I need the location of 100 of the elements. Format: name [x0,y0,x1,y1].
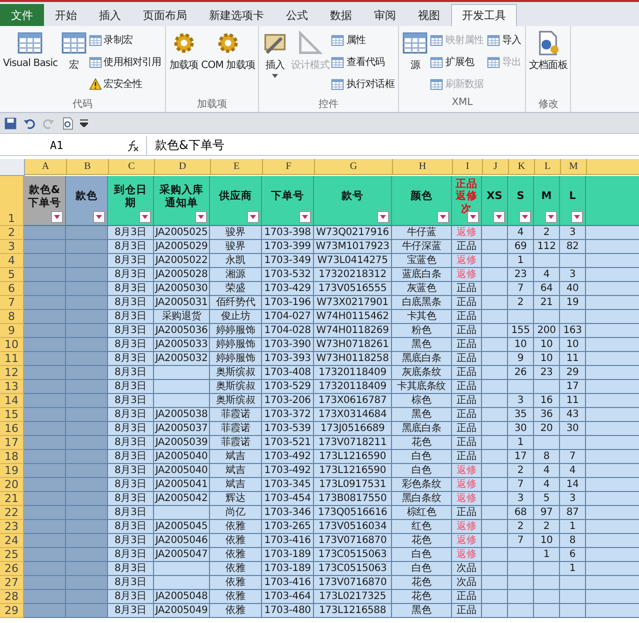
print-preview-icon[interactable] [61,116,74,130]
table-cell: 11 [560,352,586,366]
ribbon-button[interactable]: 查看代码 [331,52,396,72]
row-number[interactable]: 27 [0,576,24,590]
row-number[interactable]: 16 [0,422,24,436]
ribbon-button[interactable]: 使用相对引用 [88,52,164,72]
ribbon-button[interactable]: 执行对话框 [331,74,396,94]
ribbon-button[interactable]: 属性 [331,30,396,50]
row-number[interactable]: 3 [0,240,24,254]
ribbon-tab[interactable]: 公式 [275,4,319,26]
ribbon-button[interactable]: 宏安全性 [88,74,164,94]
ribbon-button[interactable]: COM 加载项 [200,28,256,97]
ribbon-tab[interactable]: 数据 [319,4,363,26]
row-number[interactable]: 19 [0,464,24,478]
ribbon-tab[interactable]: 开始 [44,4,88,26]
filter-dropdown-button[interactable] [493,211,505,223]
row-number[interactable]: 11 [0,352,24,366]
row-number[interactable]: 6 [0,282,24,296]
row-number[interactable]: 1 [0,176,24,226]
column-header[interactable]: L [535,159,561,175]
ribbon-tab[interactable]: 文件 [0,4,44,26]
column-header[interactable]: A [25,159,67,175]
table-cell: 宝蓝色 [392,254,452,268]
ribbon-button[interactable]: 宏 [60,28,88,97]
filter-dropdown-button[interactable] [247,211,259,223]
group-label: XML [450,97,474,110]
ribbon-button[interactable]: 源 [401,28,430,97]
row-number[interactable]: 14 [0,394,24,408]
ribbon-tab[interactable]: 视图 [407,4,451,26]
filter-dropdown-button[interactable] [195,211,207,223]
filter-dropdown-button[interactable] [571,211,583,223]
row-number[interactable]: 15 [0,408,24,422]
column-header[interactable]: H [393,159,453,175]
ribbon-button[interactable]: 加载项 [168,28,200,97]
row-number[interactable]: 18 [0,450,24,464]
row-number[interactable]: 2 [0,226,24,240]
table-cell: 1703-532 [262,268,314,282]
ribbon-button[interactable]: 录制宏 [88,30,164,50]
ribbon-button[interactable]: 导入 [486,30,524,50]
customize-caret-icon[interactable] [80,119,88,127]
row-number[interactable]: 8 [0,310,24,324]
table-cell: 1703-372 [262,408,314,422]
row-number[interactable]: 7 [0,296,24,310]
row-number[interactable]: 5 [0,268,24,282]
undo-icon[interactable] [23,116,36,130]
table-cell [482,562,508,576]
ribbon-tab[interactable]: 新建选项卡 [198,4,275,26]
filter-dropdown-button[interactable] [519,211,531,223]
row-number[interactable]: 12 [0,366,24,380]
row-number[interactable]: 29 [0,604,24,618]
column-header[interactable]: G [315,159,393,175]
row-number[interactable]: 22 [0,506,24,520]
ribbon-button[interactable]: 文档面板 [528,28,568,97]
column-header[interactable]: E [211,159,263,175]
row-number[interactable]: 10 [0,338,24,352]
table-cell: 正品 [452,450,482,464]
row-number[interactable]: 25 [0,548,24,562]
row-number[interactable]: 13 [0,380,24,394]
column-header[interactable]: K [509,159,535,175]
ribbon-tab[interactable]: 开发工具 [451,4,517,26]
column-header[interactable]: I [453,159,483,175]
column-header[interactable]: J [483,159,509,175]
column-header[interactable]: B [67,159,109,175]
ribbon-tab[interactable]: 插入 [88,4,132,26]
table-cell: 1703-416 [262,576,314,590]
column-header[interactable]: C [109,159,155,175]
row-number[interactable]: 21 [0,492,24,506]
row-number[interactable]: 4 [0,254,24,268]
row-number[interactable]: 24 [0,534,24,548]
column-header[interactable]: D [155,159,211,175]
table-cell: 正品 [452,408,482,422]
table-cell: JA2005031 [154,296,210,310]
filter-dropdown-button[interactable] [299,211,311,223]
save-icon[interactable] [4,116,17,130]
ribbon-tab[interactable]: 审阅 [363,4,407,26]
ribbon-button[interactable]: Visual Basic [2,28,59,97]
filter-dropdown-button[interactable] [545,211,557,223]
column-header[interactable]: M [561,159,587,175]
table-cell: 1703-349 [262,254,314,268]
row-number[interactable]: 23 [0,520,24,534]
name-box[interactable]: A1 [0,136,120,155]
ribbon-tab[interactable]: 页面布局 [132,4,198,26]
filter-dropdown-button[interactable] [377,211,389,223]
column-header[interactable]: F [263,159,315,175]
table-cell: 11 [560,394,586,408]
row-number[interactable]: 28 [0,590,24,604]
ribbon-button[interactable]: 插入 [261,28,290,97]
filter-dropdown-button[interactable] [51,211,63,223]
row-number[interactable]: 26 [0,562,24,576]
function-icon[interactable] [126,140,140,152]
filter-dropdown-button[interactable] [437,211,449,223]
filter-dropdown-button[interactable] [93,211,105,223]
ribbon-button[interactable]: 扩展包 [430,52,486,72]
row-number[interactable]: 20 [0,478,24,492]
table-cell: 婷婷服饰 [210,324,262,338]
row-number[interactable]: 9 [0,324,24,338]
formula-field[interactable]: 款色&下单号 [146,136,224,155]
row-number[interactable]: 17 [0,436,24,450]
filter-dropdown-button[interactable] [139,211,151,223]
spreadsheet-icon [88,56,102,68]
